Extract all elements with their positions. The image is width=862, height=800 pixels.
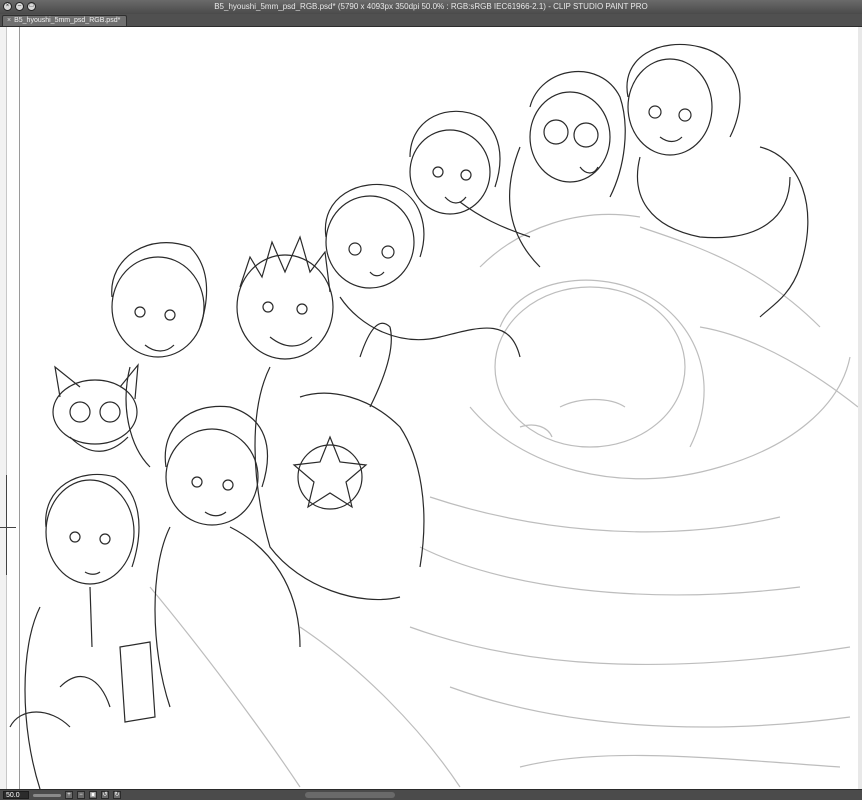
status-bar: 50.0 + − ▣ ↺ ↻: [0, 789, 862, 800]
zoom-level-field[interactable]: 50.0: [3, 791, 29, 799]
window-title: B5_hyoushi_5mm_psd_RGB.psd* (5790 x 4093…: [214, 2, 648, 11]
zoom-slider[interactable]: [33, 793, 61, 797]
lineart-illustration: [9, 43, 858, 789]
document-tab[interactable]: × B5_hyoushi_5mm_psd_RGB.psd*: [2, 15, 128, 26]
vertical-scrollbar[interactable]: [858, 27, 862, 789]
zoom-in-icon[interactable]: +: [65, 791, 73, 799]
title-bar: × – □ B5_hyoushi_5mm_psd_RGB.psd* (5790 …: [0, 0, 862, 15]
pencil-sketch-layer: [149, 213, 858, 788]
fit-to-window-icon[interactable]: ▣: [89, 791, 97, 799]
rotate-left-icon[interactable]: ↺: [101, 791, 109, 799]
document-tab-strip: × B5_hyoushi_5mm_psd_RGB.psd*: [0, 14, 862, 27]
close-tab-icon[interactable]: ×: [7, 16, 11, 26]
horizontal-scrollbar[interactable]: [305, 792, 395, 798]
ink-lineart-layer: [9, 43, 809, 789]
document-tab-label: B5_hyoushi_5mm_psd_RGB.psd*: [14, 17, 121, 24]
zoom-out-icon[interactable]: −: [77, 791, 85, 799]
rotate-right-icon[interactable]: ↻: [113, 791, 121, 799]
